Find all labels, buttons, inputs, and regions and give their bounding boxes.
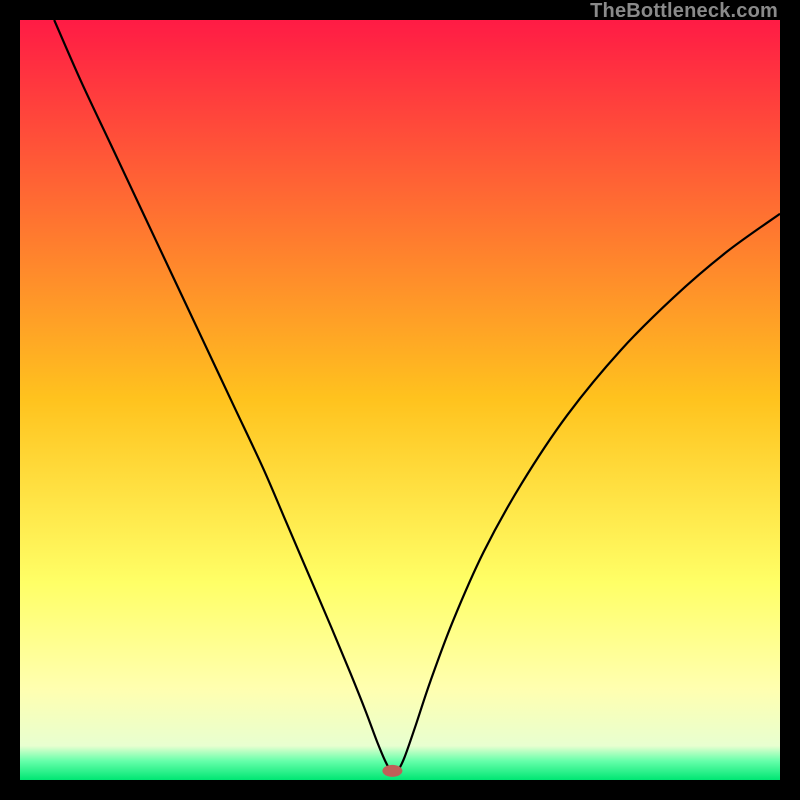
bottleneck-chart bbox=[20, 20, 780, 780]
chart-background bbox=[20, 20, 780, 780]
watermark-text: TheBottleneck.com bbox=[590, 0, 778, 23]
chart-frame: TheBottleneck.com bbox=[0, 0, 800, 800]
optimal-point-marker bbox=[382, 765, 402, 777]
